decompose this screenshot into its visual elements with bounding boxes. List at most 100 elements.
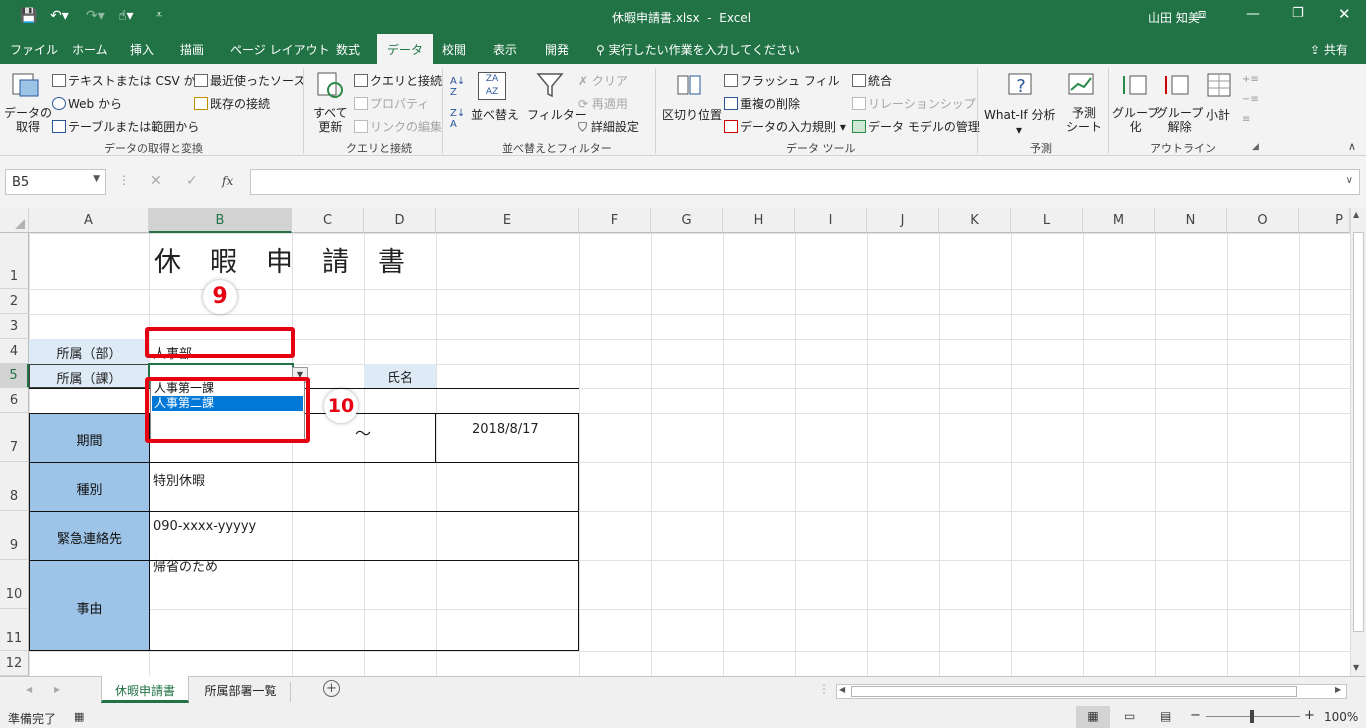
enter-icon[interactable]: ✓ xyxy=(186,173,198,189)
row-header-selected[interactable]: 5 xyxy=(0,364,29,388)
show-detail-icon[interactable]: +≡ −≡ ≡ xyxy=(1242,70,1259,130)
add-sheet-icon[interactable]: + xyxy=(323,680,340,697)
expand-formula-icon[interactable]: ∨ xyxy=(1346,175,1353,186)
from-table-button[interactable]: テーブルまたは範囲から xyxy=(52,118,199,135)
advanced-filter-button[interactable]: ⛉ 詳細設定 xyxy=(578,118,639,135)
consolidate-button[interactable]: 統合 xyxy=(852,72,892,89)
zoom-in-icon[interactable]: + xyxy=(1304,708,1315,723)
tab-home[interactable]: ホーム xyxy=(72,41,108,58)
ungroup-button[interactable]: グループ 解除 xyxy=(1156,106,1203,134)
what-if-button[interactable]: What-If 分析 ▾ xyxy=(984,106,1055,137)
column-header[interactable]: J xyxy=(867,208,939,233)
next-sheet-icon[interactable]: ▶ xyxy=(54,685,60,694)
column-header[interactable]: A xyxy=(29,208,149,233)
column-header[interactable]: G xyxy=(651,208,723,233)
relationships-button[interactable]: リレーションシップ xyxy=(852,95,976,112)
from-web-button[interactable]: Web から xyxy=(52,95,122,112)
column-header[interactable]: E xyxy=(436,208,579,233)
column-header[interactable]: N xyxy=(1155,208,1227,233)
scroll-down-icon[interactable]: ▼ xyxy=(1353,663,1359,672)
tab-review[interactable]: 校閲 xyxy=(442,41,466,58)
data-model-button[interactable]: データ モデルの管理 xyxy=(852,118,980,135)
minimize-icon[interactable]: — xyxy=(1246,6,1260,22)
row-header[interactable]: 4 xyxy=(0,339,29,364)
reason-value[interactable]: 帰省のため xyxy=(153,556,218,575)
column-header[interactable]: K xyxy=(939,208,1011,233)
vertical-scrollbar[interactable]: ▲ ▼ xyxy=(1350,208,1366,676)
scroll-up-icon[interactable]: ▲ xyxy=(1353,210,1359,219)
refresh-all-button[interactable]: すべて 更新 xyxy=(313,106,348,134)
row-header[interactable]: 7 xyxy=(0,413,29,462)
formula-input[interactable]: ∨ xyxy=(250,169,1360,195)
share-button[interactable]: ⇪ 共有 xyxy=(1310,41,1348,58)
type-value[interactable]: 特別休暇 xyxy=(153,470,205,489)
zoom-slider-thumb[interactable] xyxy=(1250,710,1254,723)
user-name[interactable]: 山田 知美 xyxy=(1148,9,1200,26)
text-to-columns-button[interactable]: 区切り位置 xyxy=(662,106,722,123)
chevron-down-icon[interactable]: ▼ xyxy=(93,174,100,184)
touch-mode-icon[interactable]: ☝▾ xyxy=(118,8,134,24)
save-icon[interactable]: 💾 xyxy=(20,8,37,24)
reapply-button[interactable]: ⟳ 再適用 xyxy=(578,95,628,112)
page-layout-view-icon[interactable]: ▭ xyxy=(1124,709,1135,723)
column-header[interactable]: I xyxy=(795,208,867,233)
recent-sources-button[interactable]: 最近使ったソース xyxy=(194,72,305,89)
forecast-sheet-button[interactable]: 予測 シート xyxy=(1066,106,1102,134)
column-header[interactable]: D xyxy=(364,208,436,233)
cancel-icon[interactable]: ✕ xyxy=(150,173,162,189)
dialog-launcher-icon[interactable]: ◢ xyxy=(1252,142,1259,152)
from-text-csv-button[interactable]: テキストまたは CSV から xyxy=(52,72,207,89)
tab-page-layout[interactable]: ページ レイアウト xyxy=(230,41,330,58)
sheet-tab-active[interactable]: 休暇申請書 xyxy=(101,676,189,703)
edit-links-button[interactable]: リンクの編集 xyxy=(354,118,442,135)
close-icon[interactable]: ✕ xyxy=(1338,5,1351,23)
column-header[interactable]: C xyxy=(292,208,364,233)
tab-data[interactable]: データ xyxy=(377,34,434,64)
column-header[interactable]: F xyxy=(579,208,651,233)
column-header-selected[interactable]: B xyxy=(149,208,292,233)
remove-duplicates-button[interactable]: 重複の削除 xyxy=(724,95,800,112)
row-header[interactable]: 10 xyxy=(0,560,29,609)
worksheet-grid[interactable]: A B C D E F G H I J K L M N O P 1 2 3 4 … xyxy=(0,208,1350,676)
customize-toolbar-icon[interactable]: ⩡ xyxy=(156,8,162,22)
tell-me-box[interactable]: ⚲ 実行したい作業を入力してください xyxy=(596,41,800,58)
row-header[interactable]: 12 xyxy=(0,651,29,676)
data-validation-button[interactable]: データの入力規則 ▾ xyxy=(724,118,846,135)
tab-view[interactable]: 表示 xyxy=(493,41,517,58)
tab-developer[interactable]: 開発 xyxy=(545,41,569,58)
sort-za-icon[interactable]: Z↓ A xyxy=(450,108,465,130)
scroll-thumb[interactable] xyxy=(1353,232,1364,632)
clear-filter-button[interactable]: ✗ クリア xyxy=(578,72,628,89)
properties-button[interactable]: プロパティ xyxy=(354,95,429,112)
column-header[interactable]: M xyxy=(1083,208,1155,233)
row-header[interactable]: 2 xyxy=(0,289,29,314)
hscroll-thumb[interactable] xyxy=(851,686,1297,697)
existing-connections-button[interactable]: 既存の接続 xyxy=(194,95,270,112)
tab-draw[interactable]: 描画 xyxy=(180,41,204,58)
contact-value[interactable]: 090-xxxx-yyyyy xyxy=(153,519,256,534)
undo-icon[interactable]: ↶▾ xyxy=(50,8,69,24)
restore-icon[interactable]: ❐ xyxy=(1292,6,1304,21)
get-data-button[interactable]: データの 取得 xyxy=(4,106,52,134)
scroll-left-icon[interactable]: ◀ xyxy=(839,685,845,694)
zoom-level[interactable]: 100% xyxy=(1324,710,1358,724)
column-header[interactable]: O xyxy=(1227,208,1299,233)
sheet-tab[interactable]: 所属部署一覧 xyxy=(191,682,291,702)
zoom-out-icon[interactable]: − xyxy=(1190,708,1201,723)
tab-formulas[interactable]: 数式 xyxy=(336,41,360,58)
row-header[interactable]: 1 xyxy=(0,233,29,289)
collapse-ribbon-icon[interactable]: ∧ xyxy=(1348,140,1356,153)
page-break-view-icon[interactable]: ▤ xyxy=(1160,709,1171,723)
sort-button[interactable]: 並べ替え xyxy=(471,106,519,123)
normal-view-icon[interactable]: ▦ xyxy=(1076,706,1110,728)
column-header[interactable]: L xyxy=(1011,208,1083,233)
prev-sheet-icon[interactable]: ◀ xyxy=(26,685,32,694)
row-header[interactable]: 6 xyxy=(0,388,29,413)
row-header[interactable]: 11 xyxy=(0,609,29,651)
subtotal-button[interactable]: 小計 xyxy=(1206,106,1230,123)
tab-file[interactable]: ファイル xyxy=(10,41,58,58)
row-header[interactable]: 8 xyxy=(0,462,29,511)
macro-record-icon[interactable]: ▦ xyxy=(74,710,84,723)
group-button[interactable]: グループ 化 xyxy=(1112,106,1159,134)
flash-fill-button[interactable]: フラッシュ フィル xyxy=(724,72,840,89)
